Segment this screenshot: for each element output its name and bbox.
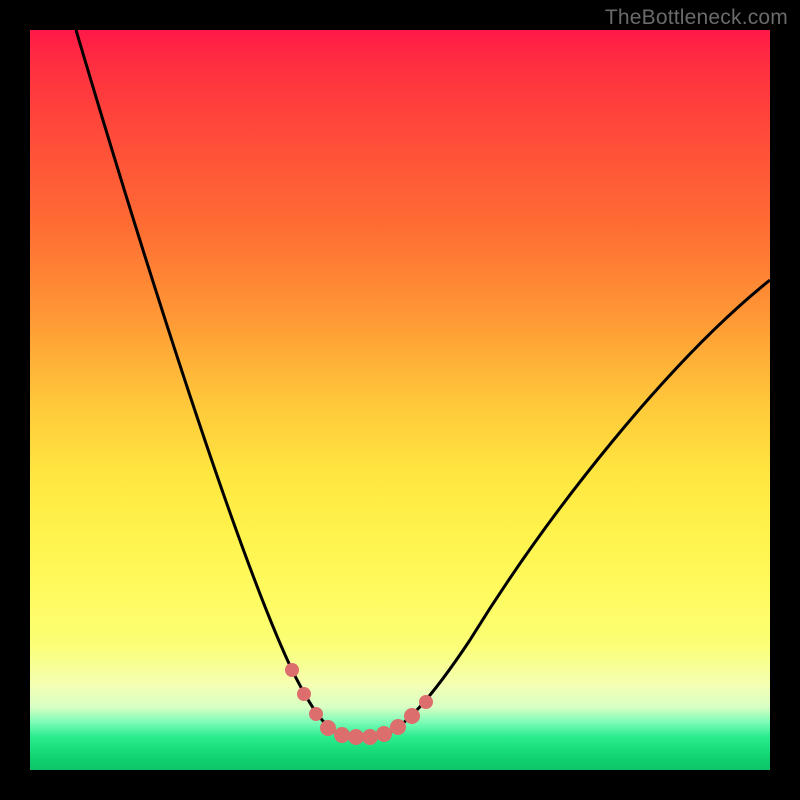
valley-markers <box>285 663 433 745</box>
bottleneck-curve <box>30 30 770 770</box>
chart-frame: TheBottleneck.com <box>0 0 800 800</box>
curve-path <box>76 30 770 736</box>
watermark-text: TheBottleneck.com <box>605 6 788 30</box>
